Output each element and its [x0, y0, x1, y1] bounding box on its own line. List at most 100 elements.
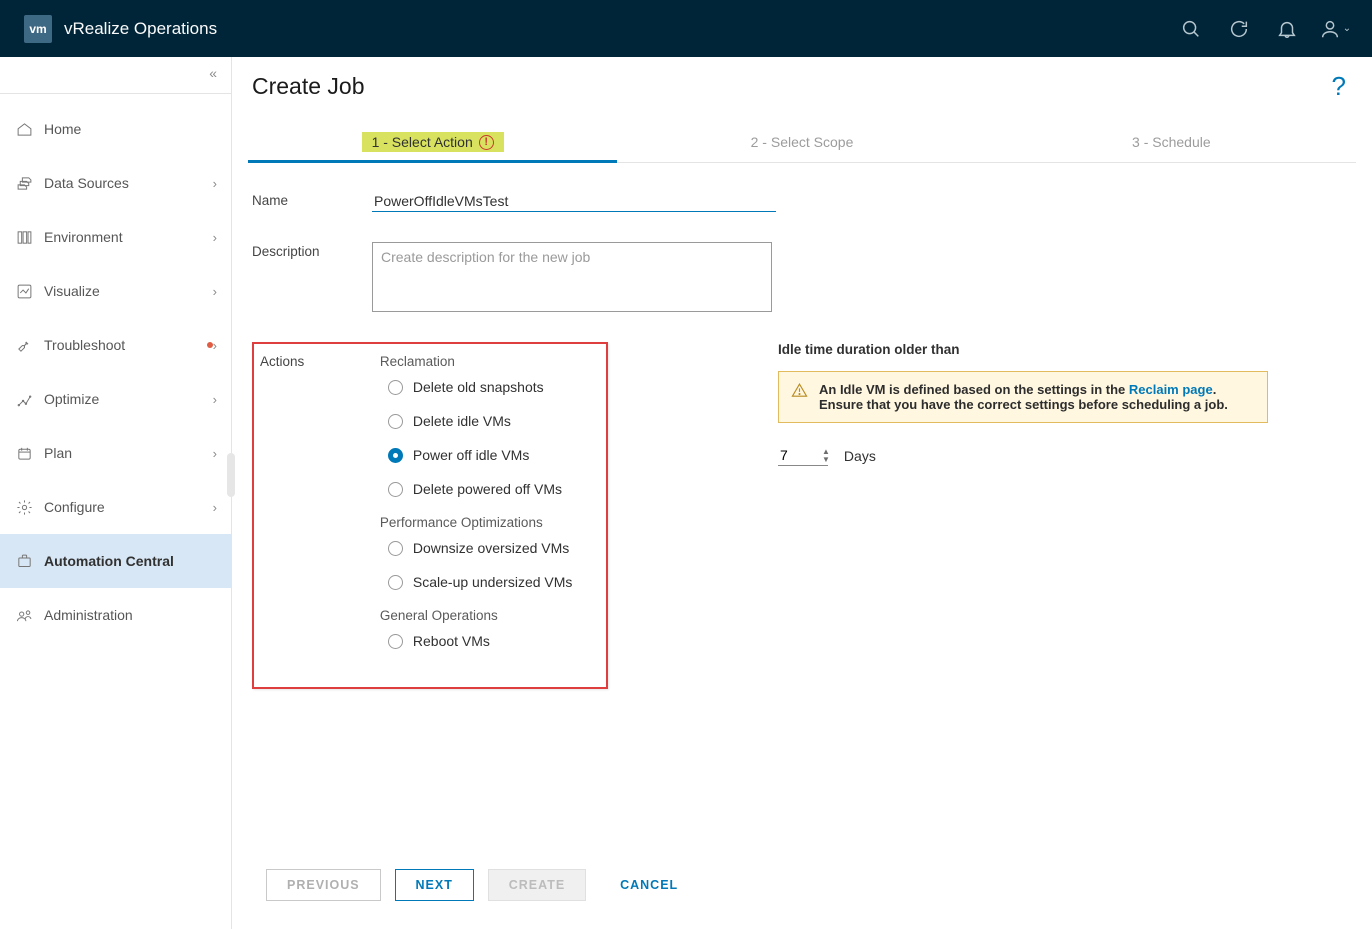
sidebar-item-label: Administration [44, 607, 217, 623]
plan-icon [14, 443, 34, 463]
action-option-delete-old-snapshots[interactable]: Delete old snapshots [388, 379, 573, 395]
info-alert: An Idle VM is defined based on the setti… [778, 371, 1268, 423]
next-button[interactable]: NEXT [395, 869, 474, 901]
chevron-right-icon: › [213, 338, 217, 353]
sidebar-item-label: Optimize [44, 391, 213, 407]
chevron-right-icon: › [213, 284, 217, 299]
radio-icon [388, 414, 403, 429]
vmware-logo: vm [24, 15, 52, 43]
radio-icon [388, 448, 403, 463]
description-label: Description [252, 242, 372, 312]
wizard-step-2[interactable]: 2 - Select Scope [617, 122, 986, 162]
automation-central-icon [14, 551, 34, 571]
action-option-delete-idle-vms[interactable]: Delete idle VMs [388, 413, 573, 429]
sidebar-item-visualize[interactable]: Visualize› [0, 264, 231, 318]
action-option-label: Scale-up undersized VMs [413, 574, 573, 590]
create-button: CREATE [488, 869, 586, 901]
reclaim-page-link[interactable]: Reclaim page [1129, 382, 1213, 397]
action-group-title: Reclamation [380, 354, 573, 369]
wizard-steps: 1 - Select Action! 2 - Select Scope 3 - Sc… [248, 122, 1356, 163]
radio-icon [388, 482, 403, 497]
description-input[interactable] [372, 242, 772, 312]
radio-icon [388, 575, 403, 590]
sidebar-item-label: Troubleshoot [44, 337, 201, 353]
action-option-label: Power off idle VMs [413, 447, 529, 463]
help-icon[interactable]: ? [1332, 71, 1346, 102]
sidebar-item-label: Plan [44, 445, 213, 461]
visualize-icon [14, 281, 34, 301]
step-label: 2 - Select Scope [751, 134, 854, 150]
warning-icon [791, 382, 809, 400]
troubleshoot-icon [14, 335, 34, 355]
wizard-step-3[interactable]: 3 - Schedule [987, 122, 1356, 162]
name-input[interactable] [372, 191, 776, 212]
action-group-title: General Operations [380, 608, 573, 623]
chevron-right-icon: › [213, 176, 217, 191]
radio-icon [388, 541, 403, 556]
sidebar: « HomeData Sources›Environment›Visualize… [0, 57, 232, 929]
chevron-right-icon: › [213, 392, 217, 407]
step-label: 3 - Schedule [1132, 134, 1211, 150]
bell-icon[interactable] [1268, 10, 1306, 48]
sidebar-item-administration[interactable]: Administration [0, 588, 231, 642]
sidebar-item-data-sources[interactable]: Data Sources› [0, 156, 231, 210]
cancel-button[interactable]: CANCEL [600, 870, 698, 900]
actions-panel: Actions Reclamation Delete old snapshots D… [252, 342, 608, 689]
chevron-right-icon: › [213, 230, 217, 245]
action-group-title: Performance Optimizations [380, 515, 573, 530]
name-label: Name [252, 191, 372, 212]
action-option-power-off-idle-vms[interactable]: Power off idle VMs [388, 447, 573, 463]
page-title: Create Job [248, 73, 1356, 100]
error-icon: ! [479, 135, 494, 150]
chevron-right-icon: › [213, 446, 217, 461]
collapse-sidebar-icon[interactable]: « [209, 65, 217, 81]
sidebar-item-environment[interactable]: Environment› [0, 210, 231, 264]
chevron-right-icon: › [213, 500, 217, 515]
days-stepper[interactable]: ▲▼ [822, 448, 830, 464]
action-option-label: Downsize oversized VMs [413, 540, 569, 556]
action-option-scale-up-undersized-vms[interactable]: Scale-up undersized VMs [388, 574, 573, 590]
action-option-downsize-oversized-vms[interactable]: Downsize oversized VMs [388, 540, 573, 556]
home-icon [14, 119, 34, 139]
radio-icon [388, 634, 403, 649]
alert-text-prefix: An Idle VM is defined based on the setti… [819, 382, 1129, 397]
sidebar-item-label: Visualize [44, 283, 213, 299]
sidebar-item-label: Automation Central [44, 553, 217, 569]
wizard-footer: PREVIOUS NEXT CREATE CANCEL [248, 855, 1356, 929]
days-unit: Days [844, 448, 876, 464]
radio-icon [388, 380, 403, 395]
app-header: vm vRealize Operations ⌄ [0, 0, 1372, 57]
sidebar-item-label: Data Sources [44, 175, 213, 191]
user-menu[interactable]: ⌄ [1316, 10, 1354, 48]
sidebar-item-configure[interactable]: Configure› [0, 480, 231, 534]
main-content: Create Job ? 1 - Select Action! 2 - Selec… [232, 57, 1372, 929]
administration-icon [14, 605, 34, 625]
data-sources-icon [14, 173, 34, 193]
sidebar-item-home[interactable]: Home [0, 102, 231, 156]
wizard-step-1: 1 - Select Action! [248, 122, 617, 162]
sidebar-item-troubleshoot[interactable]: Troubleshoot › [0, 318, 231, 372]
action-option-label: Reboot VMs [413, 633, 490, 649]
sidebar-item-plan[interactable]: Plan› [0, 426, 231, 480]
configure-icon [14, 497, 34, 517]
search-icon[interactable] [1172, 10, 1210, 48]
step-label: 1 - Select Action [372, 134, 473, 150]
action-option-label: Delete old snapshots [413, 379, 544, 395]
sidebar-item-label: Environment [44, 229, 213, 245]
action-option-delete-powered-off-vms[interactable]: Delete powered off VMs [388, 481, 573, 497]
sidebar-item-label: Home [44, 121, 217, 137]
sidebar-item-optimize[interactable]: Optimize› [0, 372, 231, 426]
days-input[interactable] [778, 445, 828, 466]
actions-label: Actions [256, 354, 376, 369]
action-detail-panel: Idle time duration older than An Idle VM… [778, 342, 1268, 705]
previous-button[interactable]: PREVIOUS [266, 869, 381, 901]
action-option-reboot-vms[interactable]: Reboot VMs [388, 633, 573, 649]
sidebar-item-automation-central[interactable]: Automation Central [0, 534, 231, 588]
environment-icon [14, 227, 34, 247]
detail-title: Idle time duration older than [778, 342, 1268, 357]
action-option-label: Delete idle VMs [413, 413, 511, 429]
optimize-icon [14, 389, 34, 409]
product-name: vRealize Operations [64, 19, 217, 39]
action-option-label: Delete powered off VMs [413, 481, 562, 497]
refresh-icon[interactable] [1220, 10, 1258, 48]
